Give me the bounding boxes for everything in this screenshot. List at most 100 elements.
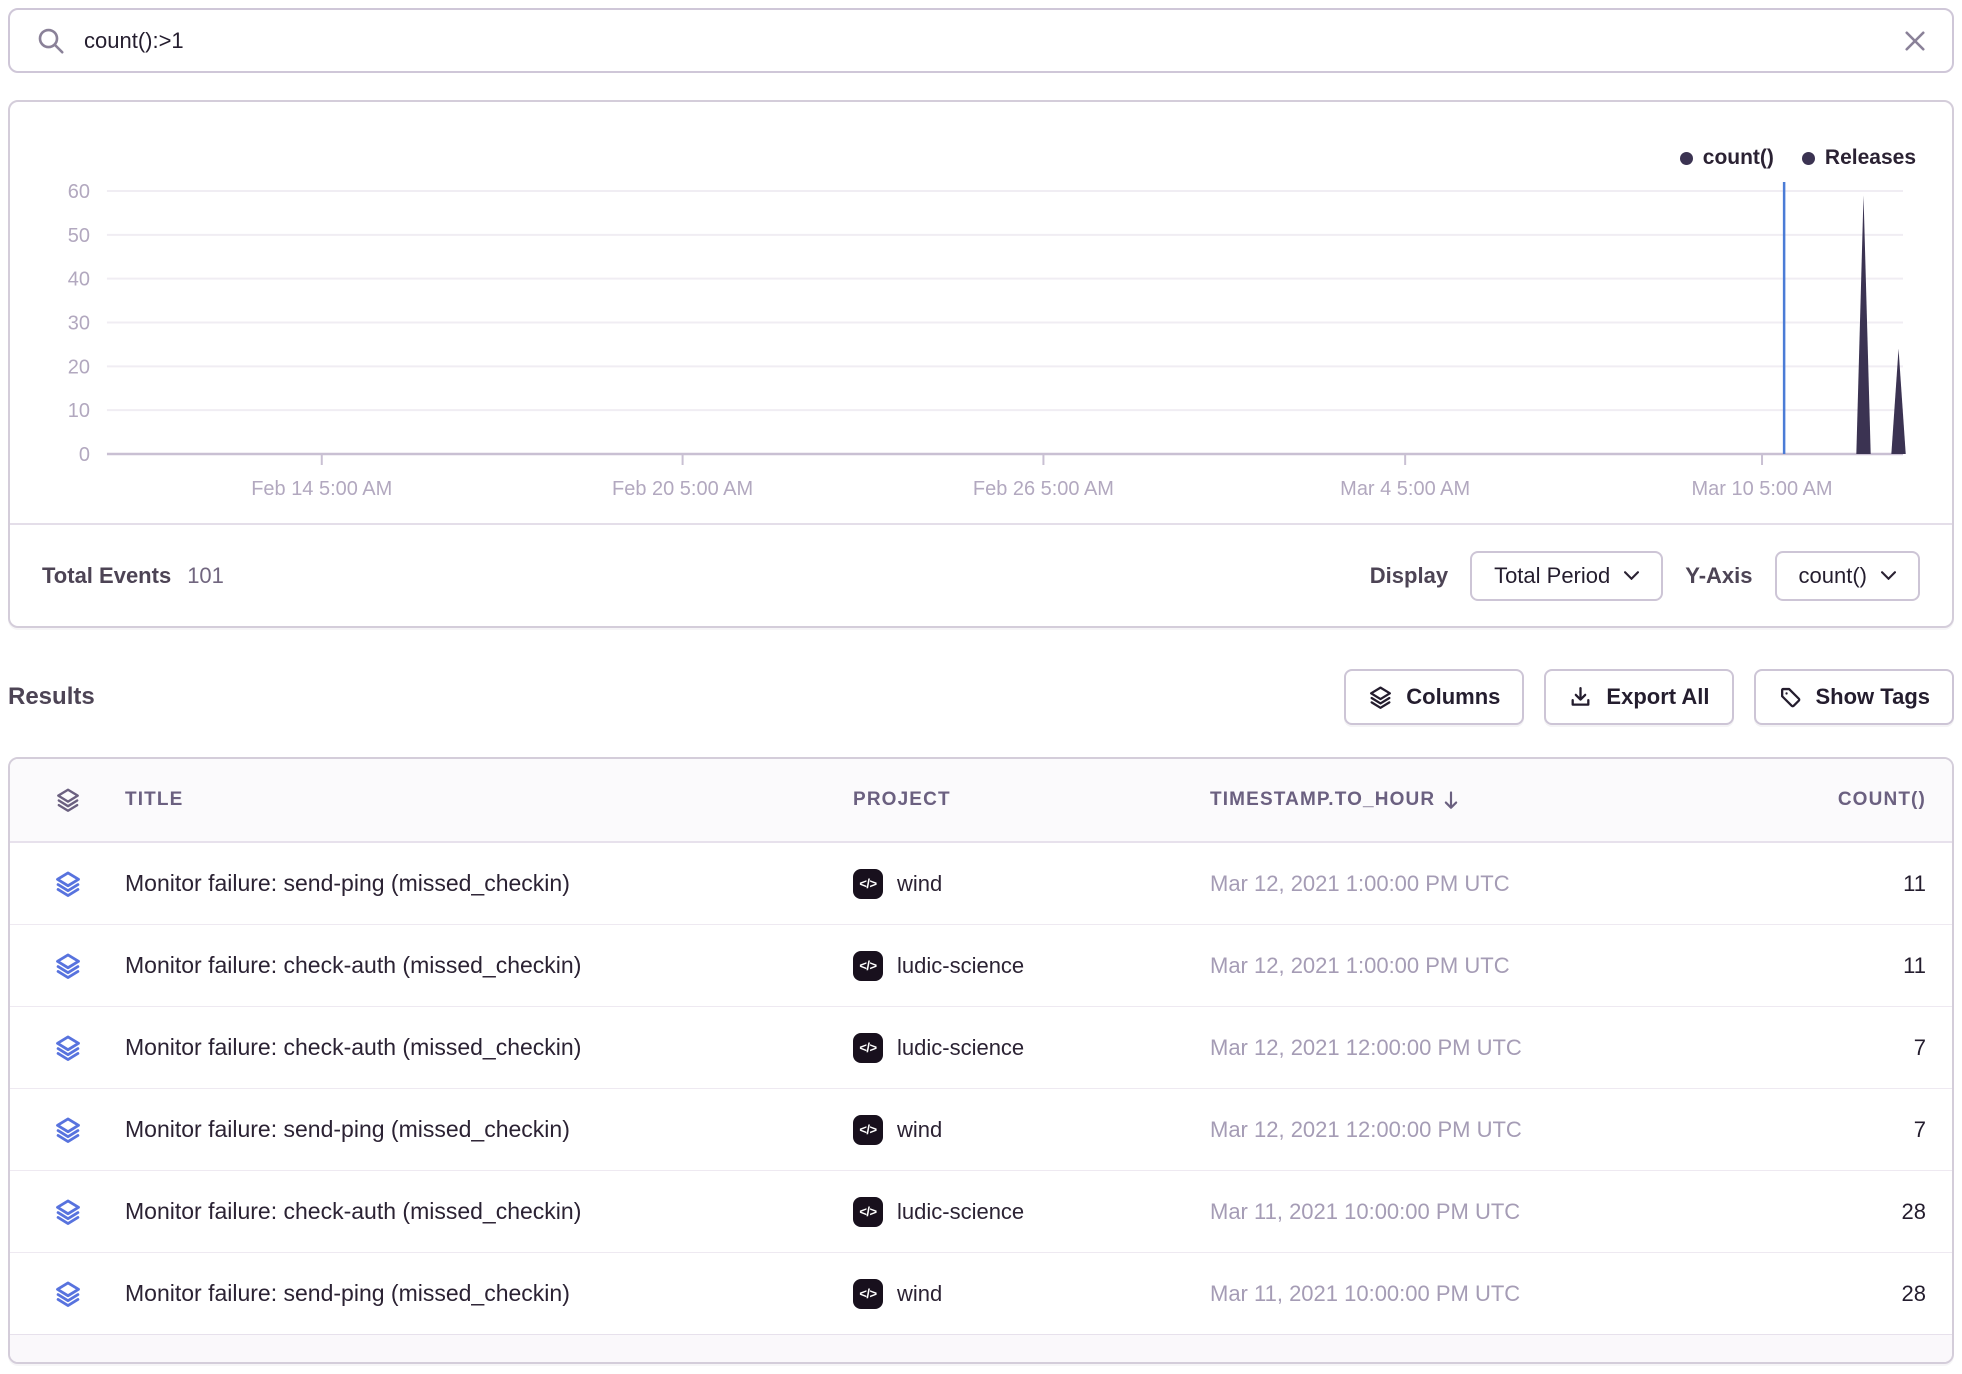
show-tags-button-label: Show Tags [1816,684,1931,710]
count-cell: 28 [1690,1281,1952,1307]
table-header-row: TITLE PROJECT TIMESTAMP.TO_HOUR COUNT() [10,759,1952,843]
project-cell: </> wind [853,869,1210,899]
count-cell: 7 [1690,1035,1952,1061]
timestamp-cell: Mar 12, 2021 1:00:00 PM UTC [1210,953,1690,979]
svg-text:Mar 4 5:00 AM: Mar 4 5:00 AM [1340,478,1470,500]
y-axis-select[interactable]: count() [1775,551,1920,601]
display-select-value: Total Period [1494,563,1610,589]
column-header-project[interactable]: PROJECT [853,789,1210,811]
event-title-link[interactable]: Monitor failure: check-auth (missed_chec… [125,952,853,979]
project-name: wind [897,1117,942,1143]
discover-page: count():>1 count() Releases 605040302010… [0,0,1962,1372]
event-stack-cell[interactable] [10,952,125,980]
event-stack-cell[interactable] [10,1280,125,1308]
chart-controls: Display Total Period Y-Axis count() [1370,551,1920,601]
svg-text:Feb 26 5:00 AM: Feb 26 5:00 AM [973,478,1114,500]
show-tags-button[interactable]: Show Tags [1754,669,1955,725]
export-all-button-label: Export All [1606,684,1709,710]
stack-icon [1368,685,1393,710]
search-icon [36,26,66,56]
display-label: Display [1370,563,1448,589]
event-title-link[interactable]: Monitor failure: send-ping (missed_check… [125,870,853,897]
svg-text:60: 60 [68,181,90,203]
tag-icon [1778,685,1803,710]
stack-icon [55,787,81,813]
count-cell: 11 [1690,953,1952,979]
results-header: Results Columns Export All Show Tags [8,668,1954,726]
total-events-label: Total Events [42,563,171,589]
count-cell: 7 [1690,1117,1952,1143]
project-platform-icon: </> [853,869,883,899]
project-platform-icon: </> [853,1115,883,1145]
search-input[interactable]: count():>1 [84,28,184,54]
timestamp-cell: Mar 12, 2021 1:00:00 PM UTC [1210,871,1690,897]
legend-item-count[interactable]: count() [1680,146,1774,170]
event-stack-cell[interactable] [10,1198,125,1226]
results-table: TITLE PROJECT TIMESTAMP.TO_HOUR COUNT() … [8,757,1954,1364]
timestamp-cell: Mar 11, 2021 10:00:00 PM UTC [1210,1281,1690,1307]
event-stack-cell[interactable] [10,1034,125,1062]
stack-icon [54,1198,82,1226]
chart-footer: Total Events 101 Display Total Period Y-… [10,523,1952,626]
project-platform-icon: </> [853,951,883,981]
event-stack-cell[interactable] [10,870,125,898]
svg-text:20: 20 [68,356,90,378]
count-cell: 28 [1690,1199,1952,1225]
stack-icon [54,1280,82,1308]
project-cell: </> wind [853,1115,1210,1145]
display-select[interactable]: Total Period [1470,551,1663,601]
table-row[interactable]: Monitor failure: check-auth (missed_chec… [10,925,1952,1007]
project-cell: </> ludic-science [853,1197,1210,1227]
table-row[interactable]: Monitor failure: send-ping (missed_check… [10,1089,1952,1171]
column-header-count[interactable]: COUNT() [1690,789,1952,811]
stack-icon [54,1034,82,1062]
results-heading: Results [8,683,95,711]
project-platform-icon: </> [853,1279,883,1309]
table-row[interactable]: Monitor failure: check-auth (missed_chec… [10,1007,1952,1089]
clear-search-icon[interactable] [1904,30,1926,52]
chart-panel: count() Releases 6050403020100Feb 14 5:0… [8,100,1954,628]
results-actions: Columns Export All Show Tags [1344,669,1954,725]
total-events-value: 101 [187,563,224,589]
column-header-title[interactable]: TITLE [125,789,853,811]
table-row[interactable]: Monitor failure: send-ping (missed_check… [10,843,1952,925]
columns-button-label: Columns [1406,684,1500,710]
y-axis-label: Y-Axis [1685,563,1752,589]
sort-arrow-down-icon [1443,791,1459,810]
chart-legend: count() Releases [1680,146,1916,170]
project-name: wind [897,871,942,897]
export-all-button[interactable]: Export All [1544,669,1733,725]
table-body: Monitor failure: send-ping (missed_check… [10,843,1952,1335]
event-title-link[interactable]: Monitor failure: check-auth (missed_chec… [125,1034,853,1061]
project-name: ludic-science [897,1199,1024,1225]
project-cell: </> ludic-science [853,951,1210,981]
project-platform-icon: </> [853,1197,883,1227]
svg-text:Mar 10 5:00 AM: Mar 10 5:00 AM [1692,478,1833,500]
table-row[interactable]: Monitor failure: send-ping (missed_check… [10,1253,1952,1335]
stack-column-header [10,787,125,813]
event-title-link[interactable]: Monitor failure: send-ping (missed_check… [125,1280,853,1307]
event-title-link[interactable]: Monitor failure: check-auth (missed_chec… [125,1198,853,1225]
stack-icon [54,870,82,898]
project-platform-icon: </> [853,1033,883,1063]
project-name: ludic-science [897,953,1024,979]
legend-item-releases[interactable]: Releases [1802,146,1916,170]
project-name: ludic-science [897,1035,1024,1061]
columns-button[interactable]: Columns [1344,669,1524,725]
column-header-timestamp[interactable]: TIMESTAMP.TO_HOUR [1210,789,1690,811]
legend-dot-releases [1802,152,1815,165]
project-cell: </> wind [853,1279,1210,1309]
table-row[interactable]: Monitor failure: check-auth (missed_chec… [10,1171,1952,1253]
chevron-down-icon [1881,571,1896,580]
event-stack-cell[interactable] [10,1116,125,1144]
events-time-series-chart[interactable]: 6050403020100Feb 14 5:00 AMFeb 20 5:00 A… [10,102,1952,523]
event-title-link[interactable]: Monitor failure: send-ping (missed_check… [125,1116,853,1143]
legend-dot-count [1680,152,1693,165]
timestamp-cell: Mar 12, 2021 12:00:00 PM UTC [1210,1035,1690,1061]
timestamp-cell: Mar 11, 2021 10:00:00 PM UTC [1210,1199,1690,1225]
search-bar[interactable]: count():>1 [8,8,1954,73]
total-events: Total Events 101 [42,563,224,589]
y-axis-select-value: count() [1799,563,1867,589]
timestamp-cell: Mar 12, 2021 12:00:00 PM UTC [1210,1117,1690,1143]
svg-text:0: 0 [79,444,90,466]
